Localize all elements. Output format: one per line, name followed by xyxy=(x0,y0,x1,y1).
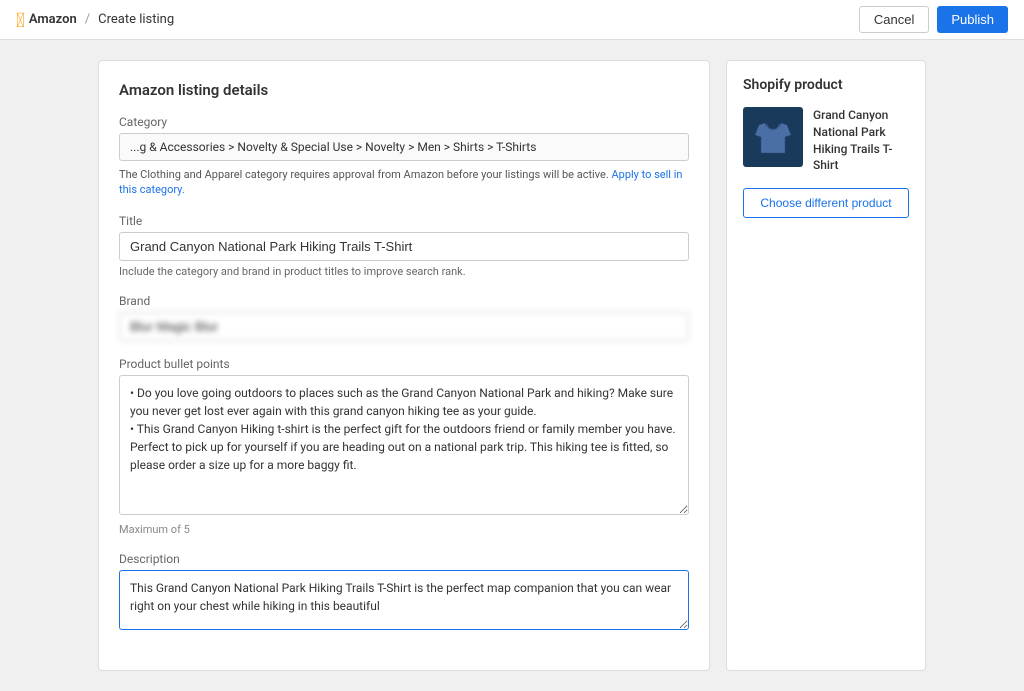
publish-button[interactable]: Publish xyxy=(937,6,1008,33)
bullet-points-group: Product bullet points • Do you love goin… xyxy=(119,357,689,536)
category-breadcrumb: ...g & Accessories > Novelty & Special U… xyxy=(119,133,689,161)
shopify-product-panel: Shopify product Grand Canyon National Pa… xyxy=(726,60,926,671)
top-bar-actions: Cancel Publish xyxy=(859,6,1008,33)
description-label: Description xyxy=(119,552,689,566)
category-note-text: The Clothing and Apparel category requir… xyxy=(119,168,609,181)
title-group: Title Include the category and brand in … xyxy=(119,214,689,278)
description-group: Description This Grand Canyon National P… xyxy=(119,552,689,634)
product-card: Grand Canyon National Park Hiking Trails… xyxy=(743,107,909,174)
category-group: Category ...g & Accessories > Novelty & … xyxy=(119,115,689,198)
cancel-button[interactable]: Cancel xyxy=(859,6,929,33)
choose-different-product-button[interactable]: Choose different product xyxy=(743,188,909,218)
category-label: Category xyxy=(119,115,689,129)
breadcrumb-area:  Amazon / Create listing xyxy=(16,8,174,32)
tshirt-icon xyxy=(751,115,795,159)
description-textarea[interactable]: This Grand Canyon National Park Hiking T… xyxy=(119,570,689,630)
title-input[interactable] xyxy=(119,232,689,261)
main-content: Amazon listing details Category ...g & A… xyxy=(82,40,942,691)
panel-title: Amazon listing details xyxy=(119,81,689,99)
breadcrumb-separator: / xyxy=(85,12,90,27)
amazon-logo:  Amazon xyxy=(16,8,77,32)
shopify-panel-title: Shopify product xyxy=(743,77,909,93)
product-image xyxy=(743,107,803,167)
bullet-points-max: Maximum of 5 xyxy=(119,523,689,536)
category-note: The Clothing and Apparel category requir… xyxy=(119,167,689,198)
brand-label: Brand xyxy=(119,294,689,308)
top-bar:  Amazon / Create listing Cancel Publish xyxy=(0,0,1024,40)
bullet-points-textarea[interactable]: • Do you love going outdoors to places s… xyxy=(119,375,689,515)
listing-details-panel: Amazon listing details Category ...g & A… xyxy=(98,60,710,671)
bullet-points-label: Product bullet points xyxy=(119,357,689,371)
amazon-icon:  xyxy=(16,8,25,32)
product-name: Grand Canyon National Park Hiking Trails… xyxy=(813,107,909,174)
title-hint: Include the category and brand in produc… xyxy=(119,265,689,278)
title-label: Title xyxy=(119,214,689,228)
page-title: Create listing xyxy=(98,12,174,27)
brand-name: Amazon xyxy=(29,12,77,27)
brand-group: Brand xyxy=(119,294,689,341)
brand-input[interactable] xyxy=(119,312,689,341)
